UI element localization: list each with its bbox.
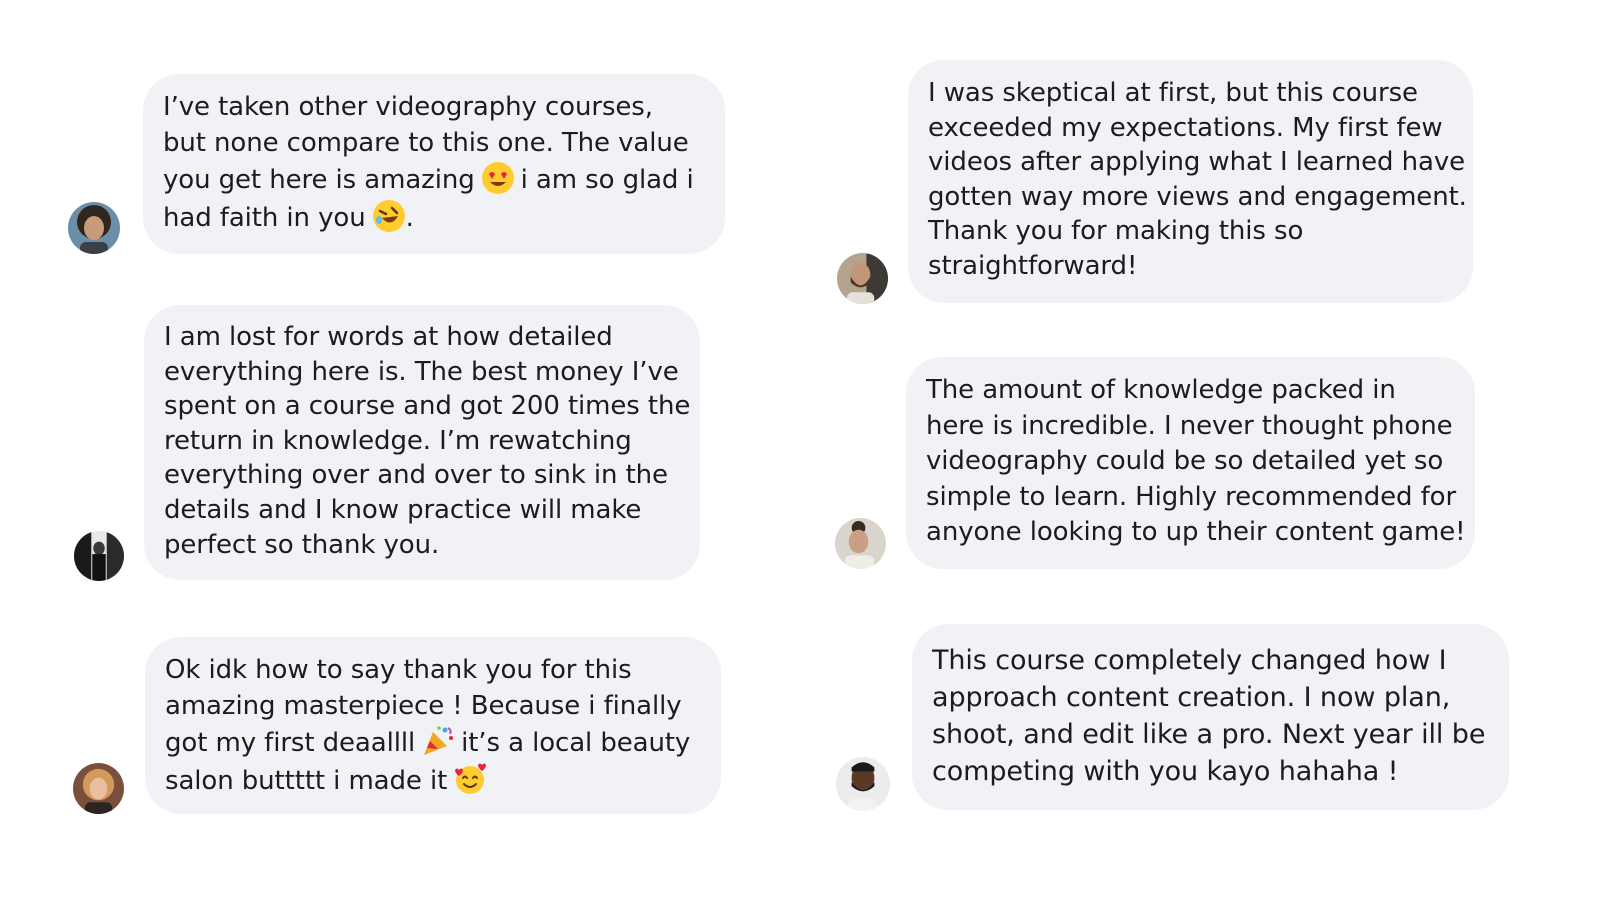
message-text: it’s a local beauty: [461, 728, 691, 758]
avatar-woman-bun-icon: [835, 518, 886, 569]
message-line: got my first deaallll it’s a local beauty: [165, 724, 701, 762]
message-line: everything over and over to sink in the: [164, 460, 668, 491]
avatar[interactable]: [835, 518, 886, 569]
message-bubble: Ok idk how to say thank you for this ama…: [145, 637, 721, 814]
message-line: exceeded my expectations. My first few: [928, 112, 1443, 143]
message-bubble: The amount of knowledge packed in here i…: [906, 357, 1475, 569]
message-line: simple to learn. Highly recommended for: [926, 481, 1457, 512]
message-bubble: I am lost for words at how detailed ever…: [144, 305, 700, 580]
message-bubble: I’ve taken other videography courses, bu…: [143, 74, 725, 254]
avatar[interactable]: [836, 757, 890, 811]
avatar-bearded-man-icon: [837, 253, 888, 304]
message-bubble: I was skeptical at first, but this cours…: [908, 60, 1473, 303]
message-line: approach content creation. I now plan,: [932, 682, 1451, 713]
message-line: spent on a course and got 200 times the: [164, 391, 691, 422]
avatar[interactable]: [68, 202, 120, 254]
message-line: I was skeptical at first, but this cours…: [928, 78, 1418, 108]
avatar-man-beard-icon: [836, 757, 890, 811]
message-line: anyone looking to up their content game!: [926, 517, 1466, 547]
message-text: got my first deaallll: [165, 728, 416, 758]
message-text: had faith in you: [163, 202, 366, 233]
avatar[interactable]: [74, 531, 124, 581]
message-line: return in knowledge. I’m rewatching: [164, 425, 632, 456]
message-line: Ok idk how to say thank you for this: [165, 655, 632, 685]
smiling-hearts-emoji-icon: [453, 762, 487, 796]
message-line: salon buttttt i made it: [165, 762, 701, 800]
avatar-mirror-selfie-icon: [74, 531, 124, 581]
message-line: straightforward!: [928, 250, 1138, 281]
message-line: had faith in you.: [163, 199, 705, 237]
message-line: everything here is. The best money I’ve: [164, 356, 679, 387]
message-line: here is incredible. I never thought phon…: [926, 410, 1453, 441]
message-line: shoot, and edit like a pro. Next year il…: [932, 719, 1486, 750]
rolling-laughing-emoji-icon: [372, 199, 406, 233]
message-bubble: This course completely changed how I app…: [912, 624, 1509, 810]
message-line: details and I know practice will make: [164, 494, 642, 525]
message-line: but none compare to this one. The value: [163, 127, 689, 158]
message-text: salon buttttt i made it: [165, 765, 448, 796]
message-line: gotten way more views and engagement.: [928, 181, 1467, 212]
message-line: you get here is amazing i am so glad i: [163, 161, 705, 199]
heart-eyes-emoji-icon: [481, 161, 515, 195]
message-text: i am so glad i: [520, 165, 694, 195]
avatar-curly-hair-icon: [68, 202, 120, 254]
message-text: you get here is amazing: [163, 165, 475, 195]
message-text: .: [405, 202, 414, 233]
message-line: This course completely changed how I: [932, 645, 1447, 676]
avatar[interactable]: [73, 763, 124, 814]
avatar-blonde-woman-icon: [73, 763, 124, 814]
party-popper-emoji-icon: [421, 724, 455, 758]
message-line: videos after applying what I learned hav…: [928, 147, 1466, 178]
message-line: amazing masterpiece ! Because i finally: [165, 690, 682, 721]
avatar[interactable]: [837, 253, 888, 304]
message-line: perfect so thank you.: [164, 529, 440, 560]
message-line: competing with you kayo hahaha !: [932, 756, 1399, 787]
message-line: I am lost for words at how detailed: [164, 322, 613, 352]
message-line: I’ve taken other videography courses,: [163, 92, 653, 122]
message-line: videography could be so detailed yet so: [926, 446, 1444, 476]
message-line: The amount of knowledge packed in: [926, 375, 1396, 405]
message-line: Thank you for making this so: [928, 216, 1304, 247]
